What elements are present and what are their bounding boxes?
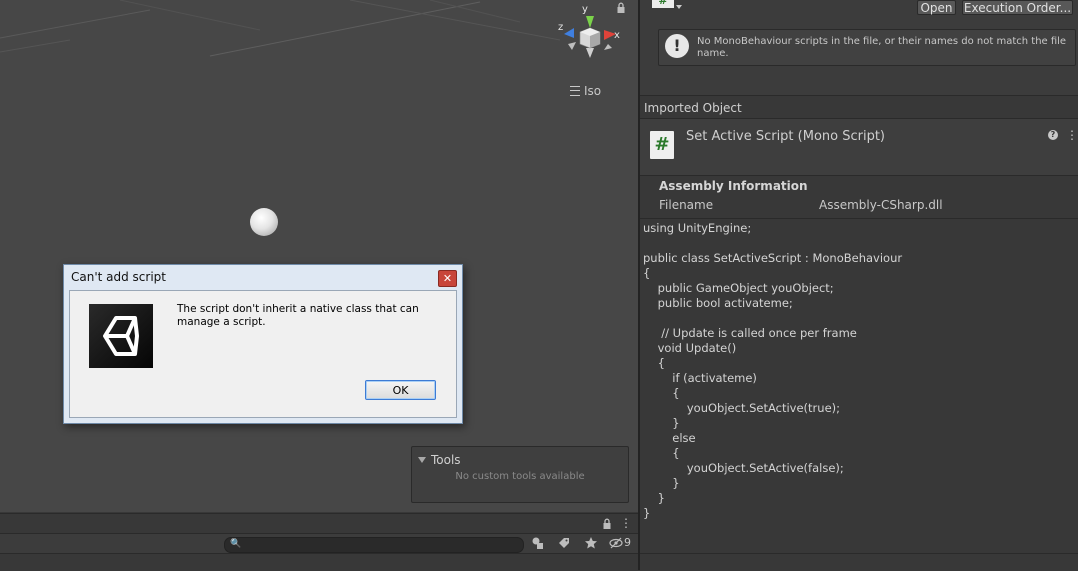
execution-order-button[interactable]: Execution Order... (962, 0, 1073, 15)
dialog-body: The script don't inherit a native class … (69, 290, 457, 418)
unity-logo-icon (89, 304, 153, 368)
kebab-menu-icon[interactable]: ⋮ (1066, 129, 1078, 141)
hidden-count: 9 (624, 536, 631, 549)
warning-icon: ! (665, 34, 689, 58)
close-icon[interactable]: ✕ (438, 270, 457, 287)
inspector-footer (640, 553, 1078, 571)
favorite-star-icon[interactable] (583, 536, 599, 552)
panel-tab-bar: ⋮ (0, 513, 638, 534)
chevron-down-icon[interactable] (676, 5, 682, 9)
ok-button[interactable]: OK (365, 380, 436, 400)
tools-foldout[interactable]: Tools (418, 453, 461, 467)
orientation-gizmo-icon[interactable]: y x z (556, 4, 624, 72)
hidden-packages-toggle[interactable]: 9 (609, 536, 631, 549)
help-icon[interactable]: ? (1048, 130, 1058, 140)
projection-toggle[interactable]: Iso (570, 84, 601, 98)
gizmo-x-label: x (614, 30, 620, 41)
script-source-code: using UnityEngine; public class SetActiv… (643, 221, 903, 520)
scene-view[interactable]: y x z Iso Tools No custom tools availabl… (0, 0, 638, 512)
assembly-info-title: Assembly Information (659, 179, 808, 193)
hierarchy-toolbar: 🔍 9 (0, 533, 638, 554)
warning-helpbox: ! No MonoBehaviour scripts in the file, … (658, 29, 1076, 66)
divider (640, 218, 1078, 219)
projection-label: Iso (584, 84, 602, 98)
eye-slash-icon (609, 537, 623, 548)
hierarchy-content (0, 553, 638, 571)
gizmo-y-label: y (582, 4, 588, 15)
gizmo-z-label: z (558, 22, 563, 33)
filter-by-label-icon[interactable] (556, 536, 572, 552)
open-button[interactable]: Open (917, 0, 956, 15)
inspector-panel: # Open Execution Order... ! No MonoBehav… (640, 0, 1078, 571)
script-file-icon: # (652, 0, 674, 8)
dialog-title: Can't add script (71, 270, 166, 284)
search-icon: 🔍 (230, 539, 242, 549)
filename-value: Assembly-CSharp.dll (819, 198, 943, 212)
cant-add-script-dialog: Can't add script ✕ The script don't inhe… (63, 264, 463, 424)
inspector-header: # Open Execution Order... ! No MonoBehav… (640, 0, 1078, 96)
scene-grid (0, 0, 561, 57)
tools-overlay: Tools No custom tools available (411, 446, 629, 503)
tools-title: Tools (431, 453, 461, 467)
lock-icon[interactable] (602, 518, 612, 530)
script-component-header: # Set Active Script (Mono Script) ? ⋮ (640, 118, 1078, 176)
dialog-message: The script don't inherit a native class … (177, 303, 419, 328)
lock-icon[interactable] (616, 2, 626, 14)
filter-by-type-icon[interactable] (530, 536, 546, 552)
script-title: Set Active Script (Mono Script) (686, 129, 886, 144)
tools-empty-text: No custom tools available (455, 471, 585, 482)
script-icon: # (650, 131, 674, 159)
kebab-menu-icon[interactable]: ⋮ (620, 516, 632, 530)
sphere-object[interactable] (250, 208, 278, 236)
search-input[interactable]: 🔍 (224, 537, 524, 553)
hamburger-icon (570, 86, 580, 96)
warning-text: No MonoBehaviour scripts in the file, or… (697, 36, 1067, 59)
filename-label: Filename (659, 198, 714, 212)
triangle-down-icon (418, 457, 426, 463)
imported-object-label: Imported Object (644, 101, 742, 115)
